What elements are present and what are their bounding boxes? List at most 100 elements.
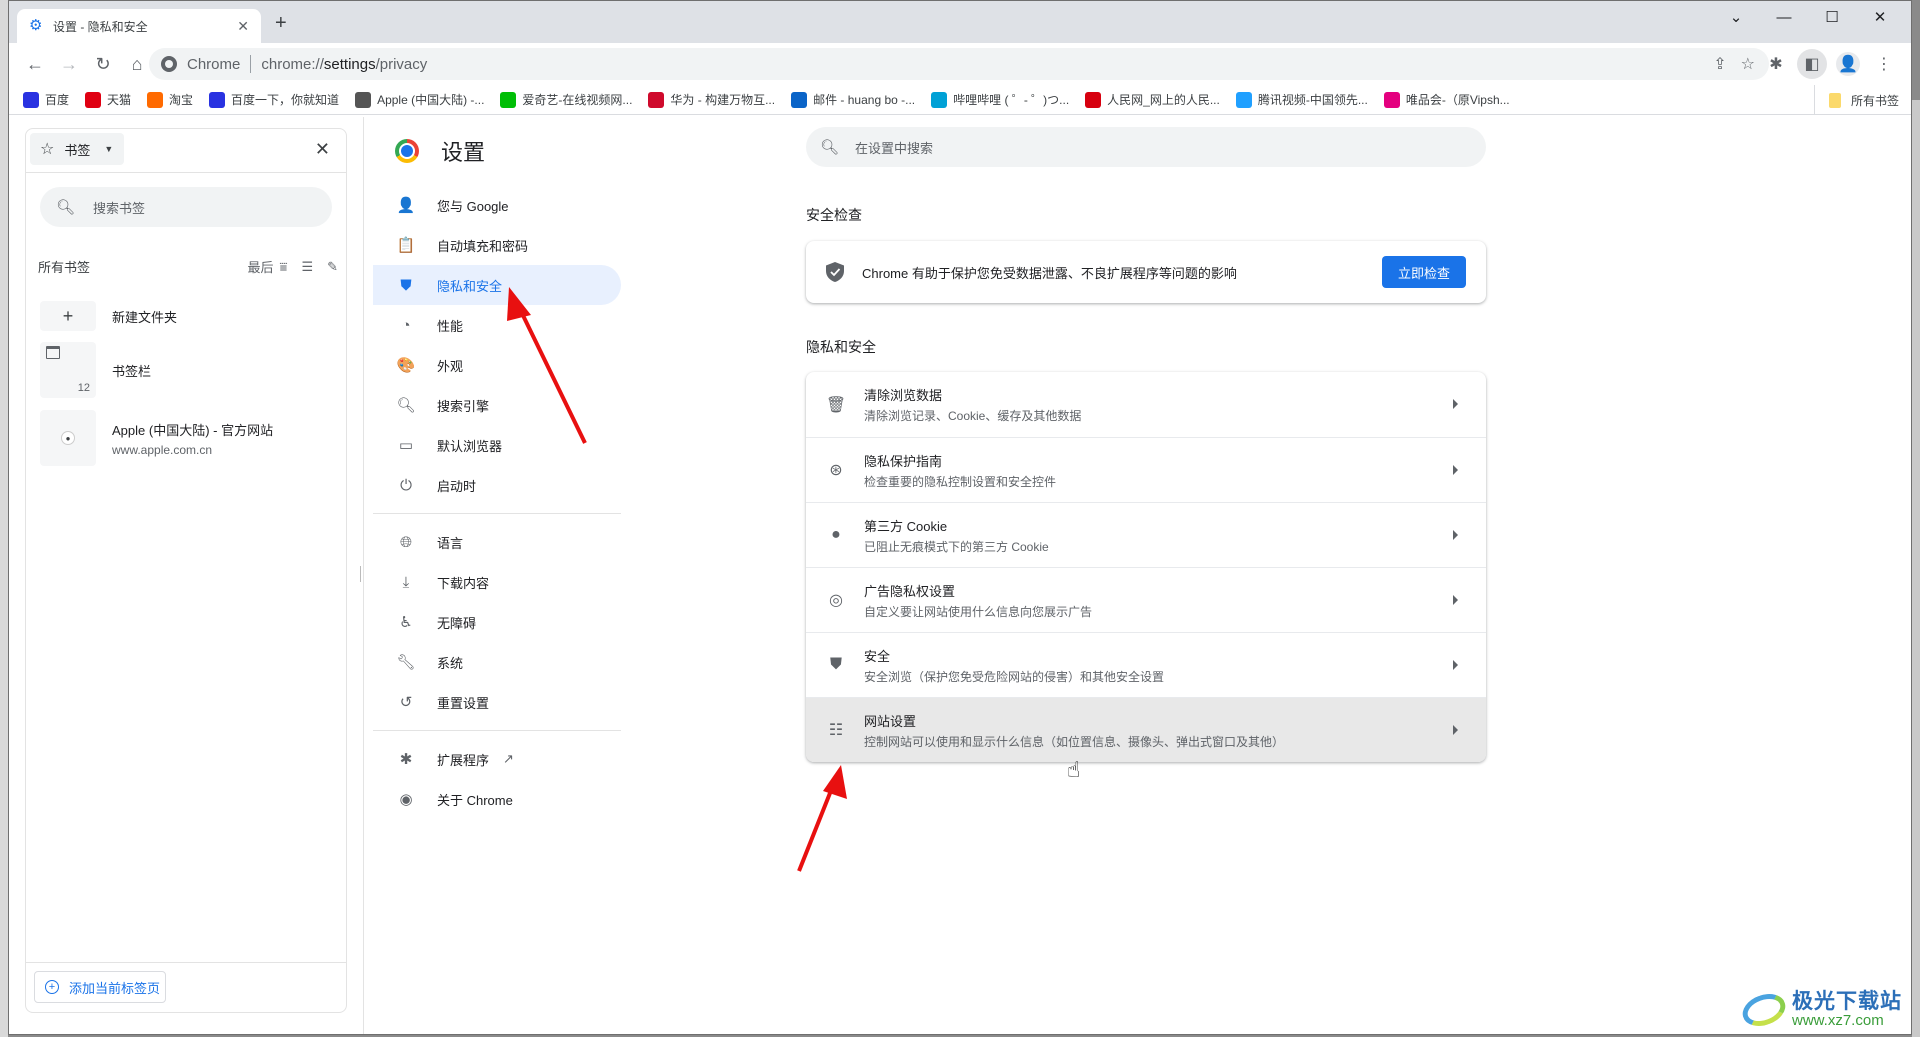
new-tab-button[interactable]: +: [275, 13, 287, 33]
privacy-row-security-shield[interactable]: ⛊ 安全 安全浏览（保护您免受危险网站的侵害）和其他安全设置: [806, 632, 1486, 697]
side-panel-icon[interactable]: ◧: [1797, 49, 1827, 79]
all-bookmarks-button[interactable]: 所有书签: [1813, 85, 1899, 115]
privacy-row-trash[interactable]: 🗑︎ 清除浏览数据 清除浏览记录、Cookie、缓存及其他数据: [806, 372, 1486, 437]
bookmarks-side-panel: ☆ 书签 ▼ ✕ 🔍︎ 搜索书签 所有书签 最后 ⩸ ☰ ✎ + 新建文件夹 1…: [25, 128, 347, 1013]
bookmark-star-icon[interactable]: ☆: [1741, 54, 1755, 74]
chevron-right-icon: [1453, 465, 1458, 475]
privacy-row-cookie[interactable]: ● 第三方 Cookie 已阻止无痕模式下的第三方 Cookie: [806, 502, 1486, 567]
baidu-icon: [209, 91, 226, 108]
panel-header: ☆ 书签 ▼ ✕: [26, 129, 346, 173]
more-menu-icon[interactable]: ⋮: [1869, 49, 1899, 79]
chrome-icon: ◉: [399, 791, 413, 808]
bookmark-bar-label: 百度: [45, 93, 70, 107]
bookmark-bar-item[interactable]: 淘宝: [147, 91, 193, 108]
person-icon: 👤: [1836, 52, 1860, 76]
nav-item-speedometer[interactable]: ◔ 性能: [373, 305, 621, 345]
row-subtitle: 检查重要的隐私控制设置和安全控件: [864, 474, 1057, 489]
nav-divider: [373, 513, 621, 514]
nav-item-person[interactable]: 👤 您与 Google: [373, 185, 621, 225]
list-view-icon[interactable]: ☰: [301, 259, 313, 275]
close-panel-icon[interactable]: ✕: [315, 139, 330, 160]
maximize-button[interactable]: ☐: [1809, 1, 1855, 33]
nav-item-download[interactable]: ⤓ 下载内容: [373, 562, 621, 602]
nav-item-globe[interactable]: 🌐︎ 语言: [373, 522, 621, 562]
tab-search-chevron-icon[interactable]: ⌄: [1713, 1, 1759, 33]
bookmark-bar-item[interactable]: 邮件 - huang bo -...: [791, 91, 915, 108]
nav-item-shield[interactable]: ⛊ 隐私和安全: [373, 265, 621, 305]
nav-item-label: 外观: [437, 358, 464, 374]
nav-item-browser[interactable]: ▭ 默认浏览器: [373, 425, 621, 465]
all-bookmarks-label: 所有书签: [1850, 93, 1899, 108]
chevron-right-icon: [1453, 725, 1458, 735]
caret-down-icon: ▼: [104, 144, 114, 154]
shield-icon: ⛊: [400, 276, 412, 294]
bookmark-bar-item[interactable]: 华为 - 构建万物互...: [648, 91, 775, 108]
bookmark-bar-item[interactable]: 人民网_网上的人民...: [1085, 91, 1220, 108]
close-window-button[interactable]: ✕: [1857, 1, 1903, 33]
iqiyi-icon: [500, 91, 517, 108]
check-now-button[interactable]: 立即检查: [1381, 256, 1466, 288]
extensions-puzzle-icon[interactable]: ✱: [1761, 49, 1791, 79]
chevron-right-icon: [1453, 399, 1458, 409]
bookmark-bar-item[interactable]: Apple (中国大陆) -...: [355, 91, 484, 108]
bookmark-bar-item[interactable]: 哔哩哔哩 ( ゜- ゜)つ...: [931, 91, 1069, 108]
section-title: 所有书签: [38, 260, 91, 275]
watermark-url: www.xz7.com: [1792, 1012, 1884, 1030]
nav-item-search[interactable]: 🔍︎ 搜索引擎: [373, 385, 621, 425]
nav-item-power[interactable]: ⏻ 启动时: [373, 465, 621, 505]
add-current-tab-button[interactable]: + 添加当前标签页: [34, 971, 166, 1003]
bookmark-bar-label: 唯品会-（原Vipsh...: [1405, 93, 1510, 107]
bookmark-bar-item[interactable]: 天猫: [85, 91, 131, 108]
row-title: 隐私保护指南: [864, 453, 943, 469]
panel-selector-label: 书签: [64, 142, 91, 158]
bookmark-bar-item[interactable]: 百度一下，你就知道: [209, 91, 339, 108]
nav-item-history[interactable]: ↺ 重置设置: [373, 682, 621, 722]
privacy-row-tune[interactable]: ☷ 网站设置 控制网站可以使用和显示什么信息（如位置信息、摄像头、弹出式窗口及其他）: [806, 697, 1486, 762]
nav-item-clipboard[interactable]: 📋 自动填充和密码: [373, 225, 621, 265]
tab-settings-privacy[interactable]: ⚙ 设置 - 隐私和安全 ✕: [17, 9, 261, 43]
nav-item-palette[interactable]: 🎨 外观: [373, 345, 621, 385]
minimize-button[interactable]: —: [1761, 1, 1807, 33]
bookmark-search-input[interactable]: 🔍︎ 搜索书签: [40, 187, 332, 227]
bookmark-item[interactable]: ● Apple (中国大陆) - 官方网站 www.apple.com.cn: [40, 410, 340, 466]
reload-button[interactable]: ↻: [87, 48, 119, 80]
bilibili-icon: [931, 91, 948, 108]
nav-item-label: 扩展程序: [437, 752, 490, 768]
bookmark-bar-item[interactable]: 腾讯视频-中国领先...: [1235, 91, 1368, 108]
profile-avatar[interactable]: 👤: [1833, 49, 1863, 79]
panel-divider: [363, 117, 364, 1034]
panel-selector-dropdown[interactable]: ☆ 书签 ▼: [30, 133, 124, 165]
browser-window: ⚙ 设置 - 隐私和安全 ✕ + ⌄ — ☐ ✕ ← → ↻ ⌂ Chrome …: [8, 0, 1912, 1035]
address-bar[interactable]: Chrome chrome://settings/privacy ⇪ ☆: [149, 48, 1769, 80]
forward-button[interactable]: →: [53, 48, 85, 80]
new-folder-item[interactable]: + 新建文件夹: [40, 301, 340, 331]
back-button[interactable]: ←: [19, 48, 51, 80]
bookmark-bar-item[interactable]: 唯品会-（原Vipsh...: [1383, 91, 1510, 108]
nav-item-wrench[interactable]: 🔧︎ 系统: [373, 642, 621, 682]
nav-item-accessibility[interactable]: ♿︎ 无障碍: [373, 602, 621, 642]
share-icon[interactable]: ⇪: [1713, 54, 1726, 74]
search-icon: 🔍︎: [820, 139, 840, 156]
bookmark-bar-item[interactable]: 爱奇艺-在线视频网...: [500, 91, 632, 108]
bookmark-bar-item[interactable]: 百度: [23, 91, 69, 108]
safety-check-heading: 安全检查: [806, 207, 862, 223]
sort-filter-icon[interactable]: ⩸: [280, 259, 288, 275]
star-icon: ☆: [40, 141, 55, 158]
edit-pencil-icon[interactable]: ✎: [327, 259, 338, 275]
bookmark-folder-item[interactable]: 12 书签栏: [40, 342, 340, 398]
omnibox-separator: [250, 55, 252, 73]
safety-check-card: Chrome 有助于保护您免受数据泄露、不良扩展程序等问题的影响 立即检查: [806, 241, 1486, 303]
toolbar: ← → ↻ ⌂ Chrome chrome://settings/privacy…: [9, 43, 1911, 85]
privacy-row-ads-click[interactable]: ◎ 广告隐私权设置 自定义要让网站使用什么信息向您展示广告: [806, 567, 1486, 632]
sort-button[interactable]: 最后: [248, 257, 274, 276]
nav-item-chrome[interactable]: ◉ 关于 Chrome: [373, 779, 621, 819]
bookmark-title: Apple (中国大陆) - 官方网站: [112, 422, 274, 438]
folder-window-icon: [46, 346, 60, 359]
settings-search-input[interactable]: 🔍︎ 在设置中搜索: [806, 127, 1486, 167]
nav-item-label: 您与 Google: [437, 198, 509, 214]
nav-item-puzzle[interactable]: ✱ 扩展程序 ↗: [373, 739, 621, 779]
tab-close-icon[interactable]: ✕: [237, 18, 249, 35]
clipboard-icon: 📋: [396, 237, 416, 254]
privacy-row-compass[interactable]: ⊛ 隐私保护指南 检查重要的隐私控制设置和安全控件: [806, 437, 1486, 502]
power-icon: ⏻: [400, 476, 412, 494]
